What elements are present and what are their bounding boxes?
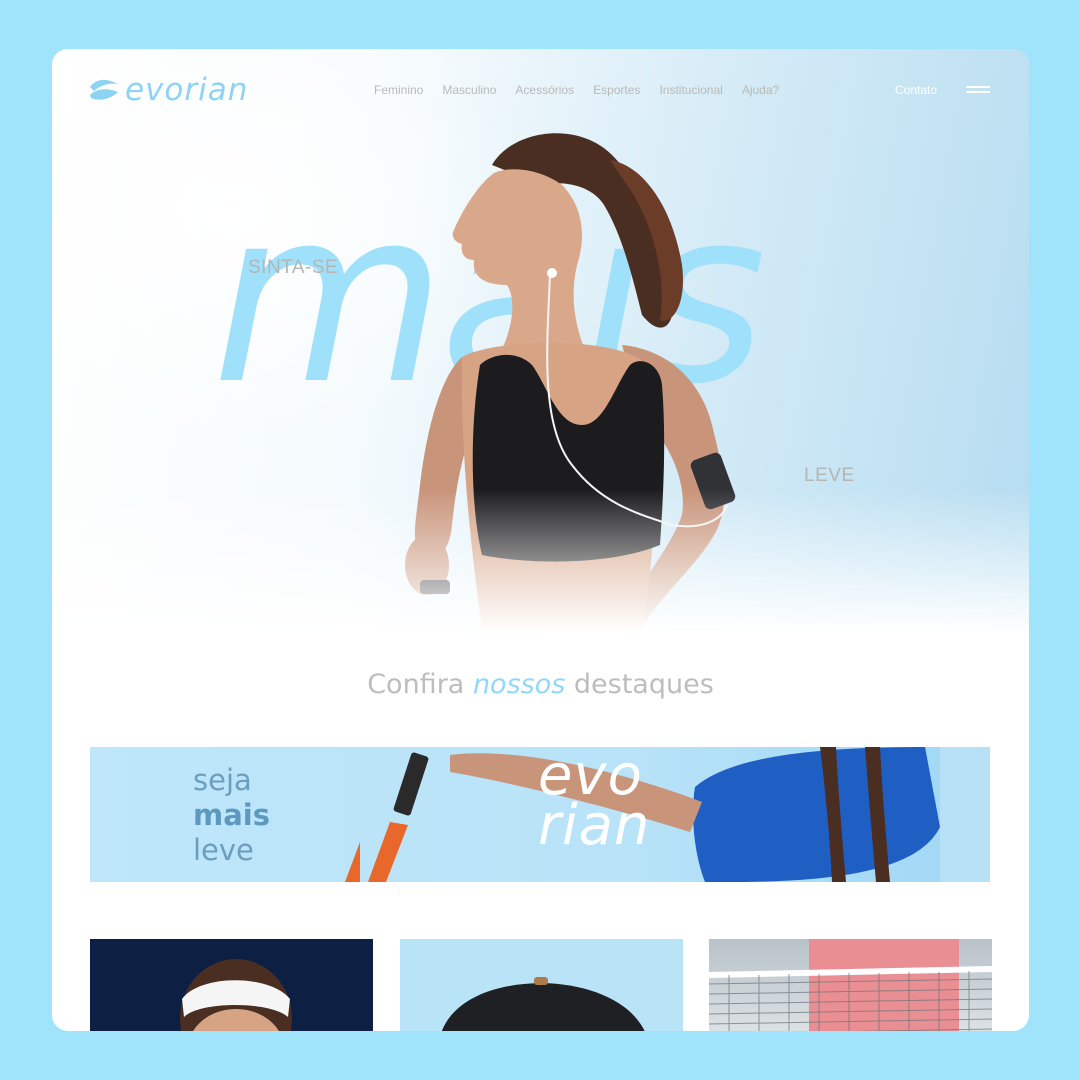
nav-item-masculino[interactable]: Masculino (442, 83, 496, 97)
heading-part-3: destaques (573, 669, 714, 700)
brand-logo[interactable]: evorian (87, 72, 249, 108)
black-cap-image (441, 977, 645, 1031)
banner-line-2: mais (193, 798, 270, 832)
tennis-net-card[interactable] (709, 939, 992, 1031)
hamburger-menu-icon[interactable] (966, 86, 990, 94)
banner-brand: evo rian (538, 748, 651, 858)
nav-item-ajuda[interactable]: Ajuda? (742, 83, 779, 97)
nav-item-feminino[interactable]: Feminino (374, 83, 423, 97)
athlete-headband-image (180, 959, 292, 1031)
wave-logo-icon (90, 79, 118, 100)
site-window: evorian Feminino Masculino Acessórios Es… (52, 49, 1029, 1031)
hero-bottom-text: LEVE (804, 465, 855, 486)
banner-slogan: seja mais leve (193, 763, 270, 868)
hero-section: evorian Feminino Masculino Acessórios Es… (52, 49, 1029, 659)
heading-accent: nossos (472, 669, 566, 700)
promo-banner[interactable]: seja mais leve evo rian (90, 747, 990, 882)
banner-brand-line-2: rian (538, 793, 651, 858)
banner-line-3: leve (193, 833, 254, 867)
highlights-heading: Confira nossos destaques (52, 669, 1029, 700)
nav-item-esportes[interactable]: Esportes (593, 83, 640, 97)
cap-product-card[interactable] (400, 939, 683, 1031)
nav-item-acessorios[interactable]: Acessórios (515, 83, 574, 97)
heading-part-1: Confira (367, 669, 465, 700)
headband-athlete-card[interactable] (90, 939, 373, 1031)
hero-top-text: SINTA-SE (248, 257, 339, 278)
hero-fade (52, 489, 1029, 659)
brand-name: evorian (125, 72, 249, 108)
banner-line-1: seja (193, 763, 252, 797)
tennis-net-image (709, 939, 992, 1031)
nav-item-institucional[interactable]: Institucional (659, 83, 722, 97)
nav-contact-link[interactable]: Contato (895, 83, 937, 97)
main-nav: Feminino Masculino Acessórios Esportes I… (374, 83, 779, 97)
